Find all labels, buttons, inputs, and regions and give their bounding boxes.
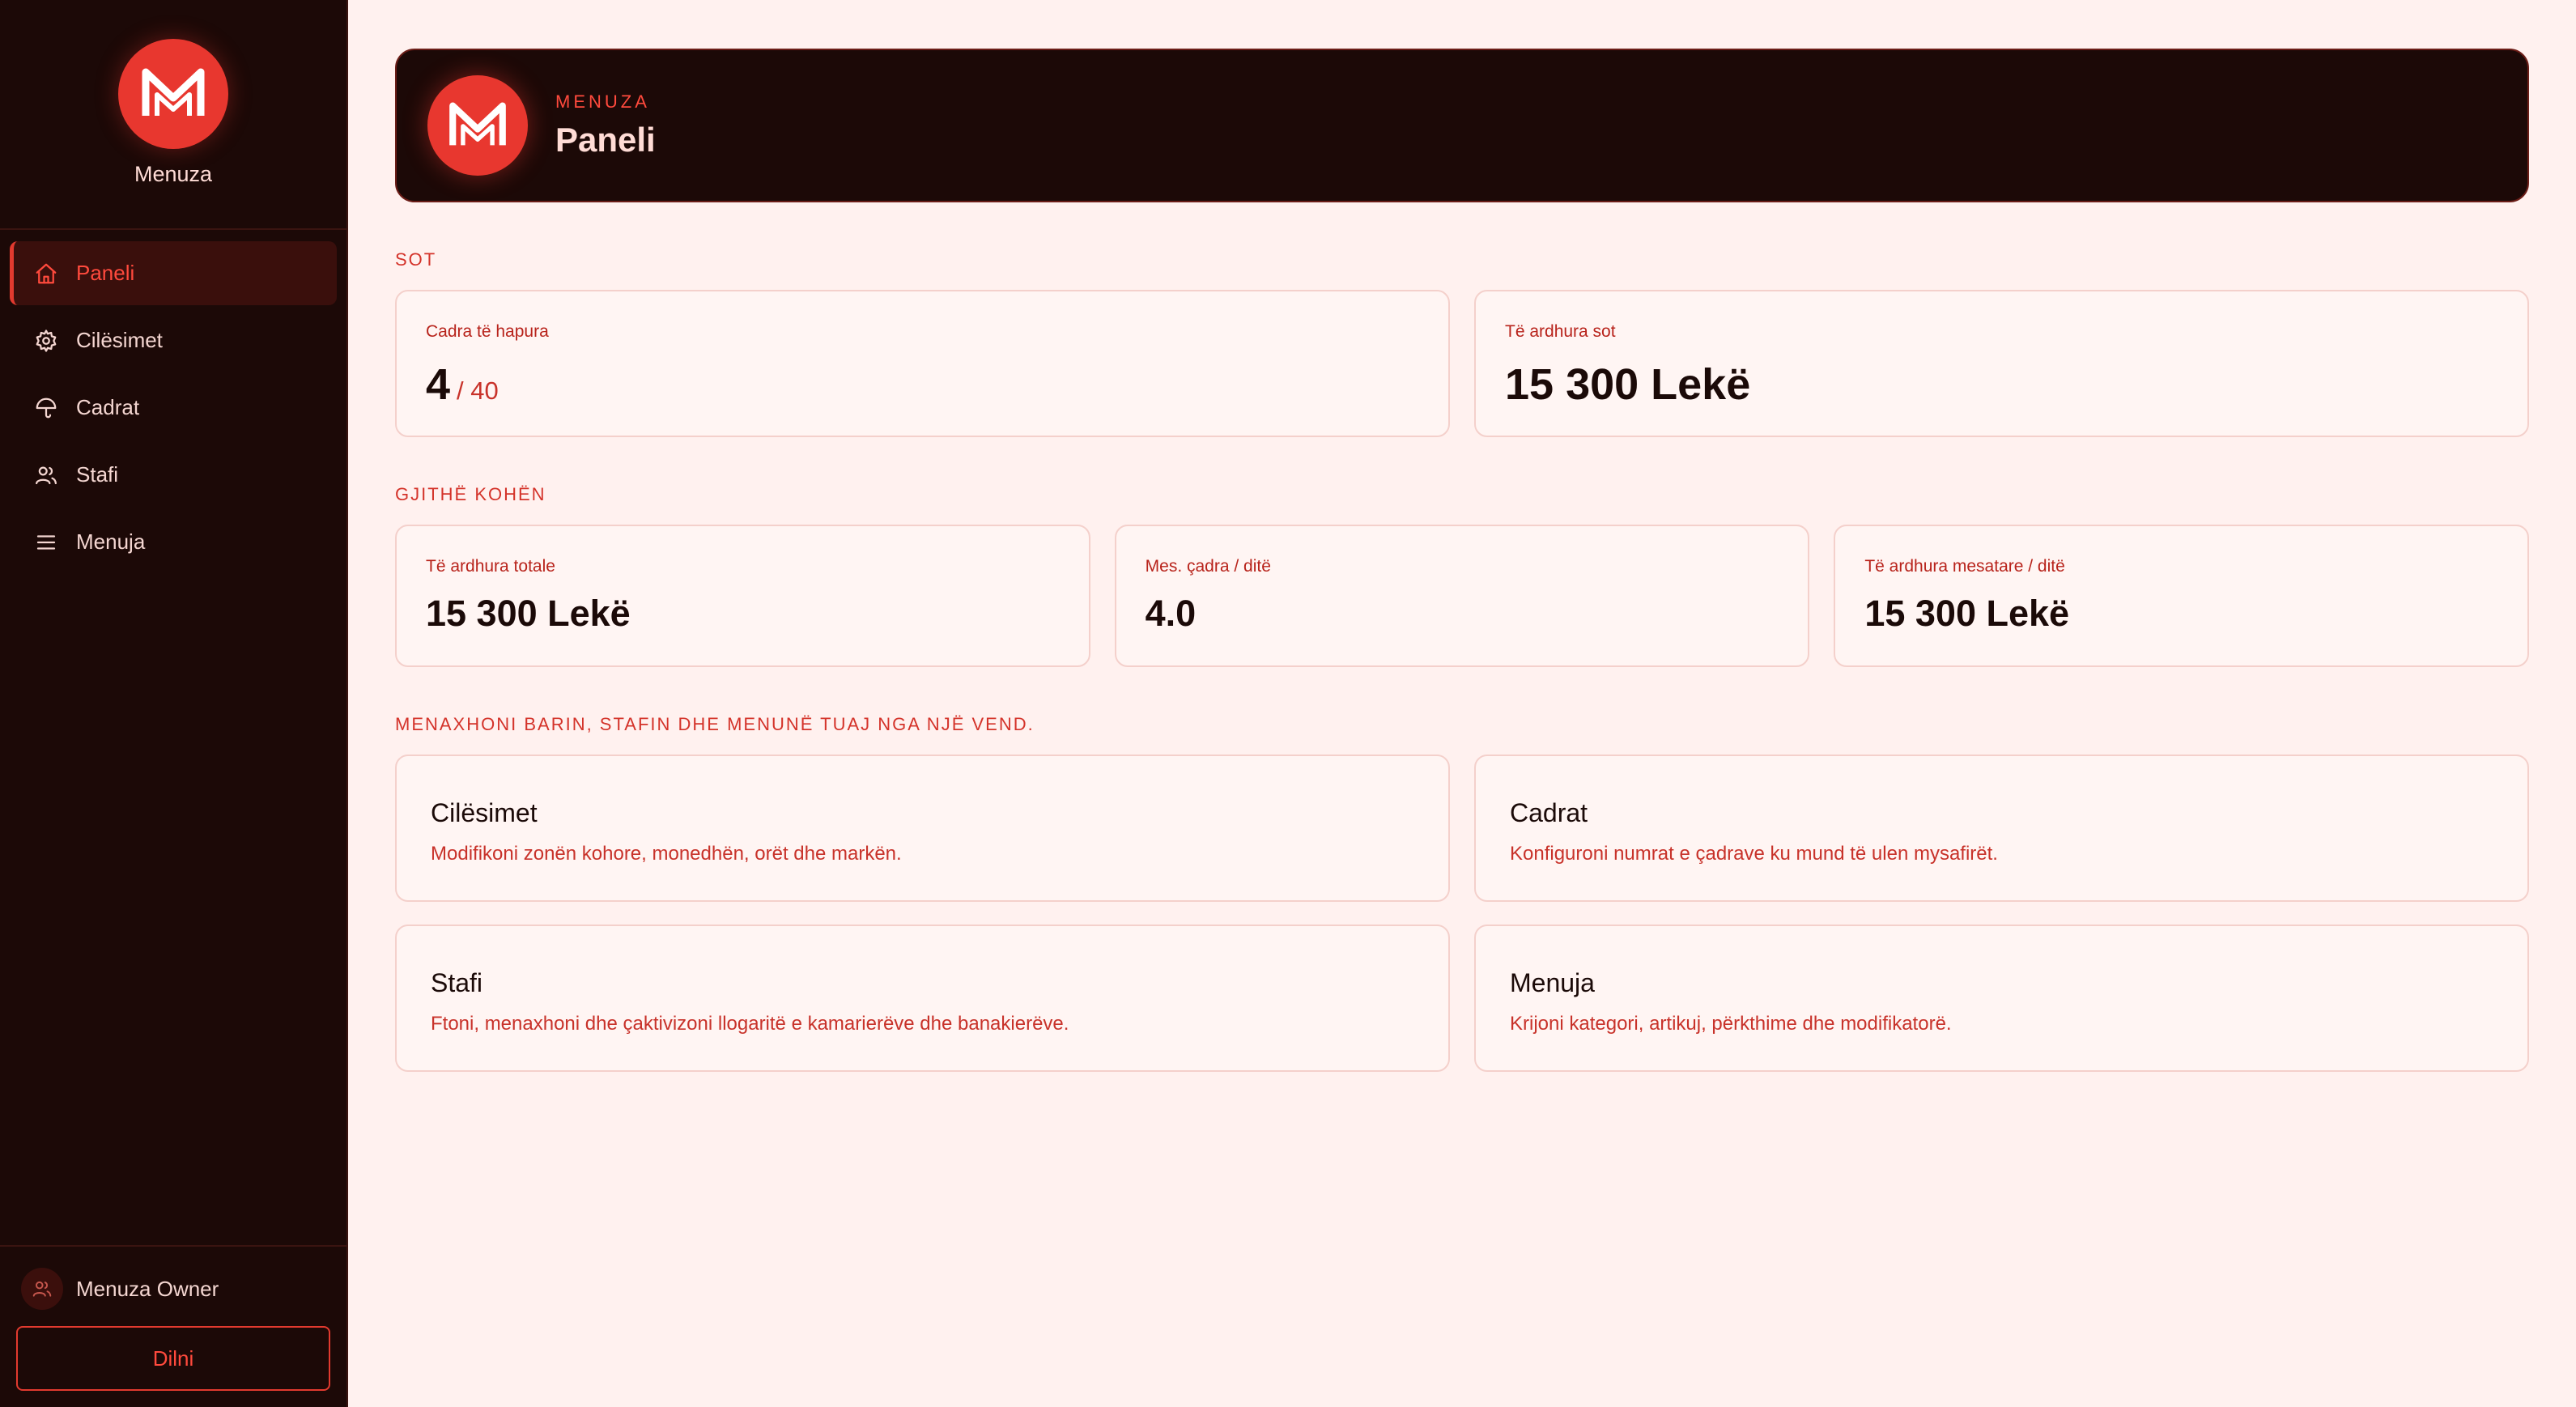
header-logo: [427, 75, 528, 176]
stat-card-total-revenue: Të ardhura totale 15 300 Lekë: [395, 525, 1090, 667]
sidebar-brand: Menuza: [0, 0, 346, 230]
sidebar-item-label: Menuja: [76, 529, 146, 554]
sidebar: Menuza Paneli Cilësimet Cadrat Stafi Men…: [0, 0, 348, 1407]
card-description: Krijoni kategori, artikuj, përkthime dhe…: [1510, 1013, 1952, 1035]
today-stats: Cadra të hapura 4/ 40 Të ardhura sot 15 …: [395, 290, 2529, 437]
section-label-all-time: GJITHË KOHËN: [395, 484, 546, 504]
card-description: Ftoni, menaxhoni dhe çaktivizoni llogari…: [431, 1013, 1069, 1035]
sidebar-item-cilesimet[interactable]: Cilësimet: [10, 308, 337, 372]
sidebar-item-label: Stafi: [76, 462, 119, 487]
page-header: MENUZA Paneli: [395, 49, 2529, 202]
user-profile[interactable]: Menuza Owner: [16, 1268, 330, 1310]
card-stafi[interactable]: Stafi Ftoni, menaxhoni dhe çaktivizoni l…: [395, 925, 1450, 1072]
header-text: MENUZA Paneli: [555, 91, 656, 159]
section-label-manage: MENAXHONI BARIN, STAFIN DHE MENUNË TUAJ …: [395, 714, 1035, 734]
sidebar-item-stafi[interactable]: Stafi: [10, 443, 337, 507]
card-title: Stafi: [431, 968, 483, 997]
brand-name: Menuza: [134, 162, 213, 186]
main-content: MENUZA Paneli SOT Cadra të hapura 4/ 40 …: [348, 0, 2576, 1407]
stat-label: Cadra të hapura: [426, 322, 549, 341]
stat-value: 4/ 40: [426, 359, 1419, 410]
user-name: Menuza Owner: [76, 1276, 219, 1301]
avatar: [21, 1268, 63, 1310]
sidebar-item-label: Cadrat: [76, 395, 140, 419]
card-description: Modifikoni zonën kohore, monedhën, orët …: [431, 843, 902, 865]
section-label-today: SOT: [395, 249, 437, 270]
card-title: Cilësimet: [431, 798, 538, 827]
stat-value: 15 300 Lekë: [1505, 360, 1751, 409]
brand-logo[interactable]: [118, 39, 228, 149]
card-menuja[interactable]: Menuja Krijoni kategori, artikuj, përkth…: [1474, 925, 2529, 1072]
stat-label: Të ardhura sot: [1505, 322, 1616, 341]
user-icon: [32, 1281, 52, 1297]
stat-label: Të ardhura totale: [426, 557, 555, 576]
open-umbrellas-count: 4: [426, 360, 451, 409]
stat-label: Të ardhura mesatare / ditë: [1864, 557, 2065, 576]
sidebar-item-paneli[interactable]: Paneli: [10, 241, 337, 305]
stat-card-avg-revenue: Të ardhura mesatare / ditë 15 300 Lekë: [1834, 525, 2529, 667]
sidebar-nav: Paneli Cilësimet Cadrat Stafi Menuja: [0, 230, 346, 585]
umbrella-icon: [36, 397, 57, 418]
card-cadrat[interactable]: Cadrat Konfiguroni numrat e çadrave ku m…: [1474, 755, 2529, 902]
card-cilesimet[interactable]: Cilësimet Modifikoni zonën kohore, moned…: [395, 755, 1450, 902]
stat-card-avg-umbrellas: Mes. çadra / ditë 4.0: [1114, 525, 1810, 667]
page-title: Paneli: [555, 121, 656, 159]
menuza-logo-icon: [449, 102, 506, 146]
sidebar-item-cadrat[interactable]: Cadrat: [10, 376, 337, 440]
card-description: Konfiguroni numrat e çadrave ku mund të …: [1510, 843, 1998, 865]
app-root: Menuza Paneli Cilësimet Cadrat Stafi Men…: [0, 0, 2576, 1407]
manage-cards: Cilësimet Modifikoni zonën kohore, moned…: [395, 755, 2529, 902]
manage-cards-row-2: Stafi Ftoni, menaxhoni dhe çaktivizoni l…: [395, 925, 2529, 1072]
sidebar-item-menuja[interactable]: Menuja: [10, 510, 337, 574]
open-umbrellas-total: / 40: [457, 376, 499, 405]
home-icon: [36, 263, 57, 283]
sidebar-item-label: Paneli: [76, 261, 135, 285]
card-title: Menuja: [1510, 968, 1595, 997]
stat-label: Mes. çadra / ditë: [1145, 557, 1271, 576]
menu-icon: [36, 534, 56, 550]
card-title: Cadrat: [1510, 798, 1588, 827]
stat-value: 15 300 Lekë: [426, 593, 631, 634]
sidebar-footer: Menuza Owner Dilni: [0, 1245, 346, 1407]
header-kicker: MENUZA: [555, 91, 650, 112]
stat-card-revenue-today: Të ardhura sot 15 300 Lekë: [1474, 290, 2529, 437]
menuza-logo-icon: [142, 68, 205, 116]
stat-card-open-umbrellas: Cadra të hapura 4/ 40: [395, 290, 1450, 437]
gear-icon: [36, 329, 57, 352]
stat-value: 15 300 Lekë: [1864, 593, 2070, 634]
logout-button[interactable]: Dilni: [16, 1326, 330, 1391]
sidebar-item-label: Cilësimet: [76, 328, 163, 352]
all-time-stats: Të ardhura totale 15 300 Lekë Mes. çadra…: [395, 525, 2529, 667]
users-icon: [36, 466, 57, 484]
stat-value: 4.0: [1145, 593, 1197, 634]
